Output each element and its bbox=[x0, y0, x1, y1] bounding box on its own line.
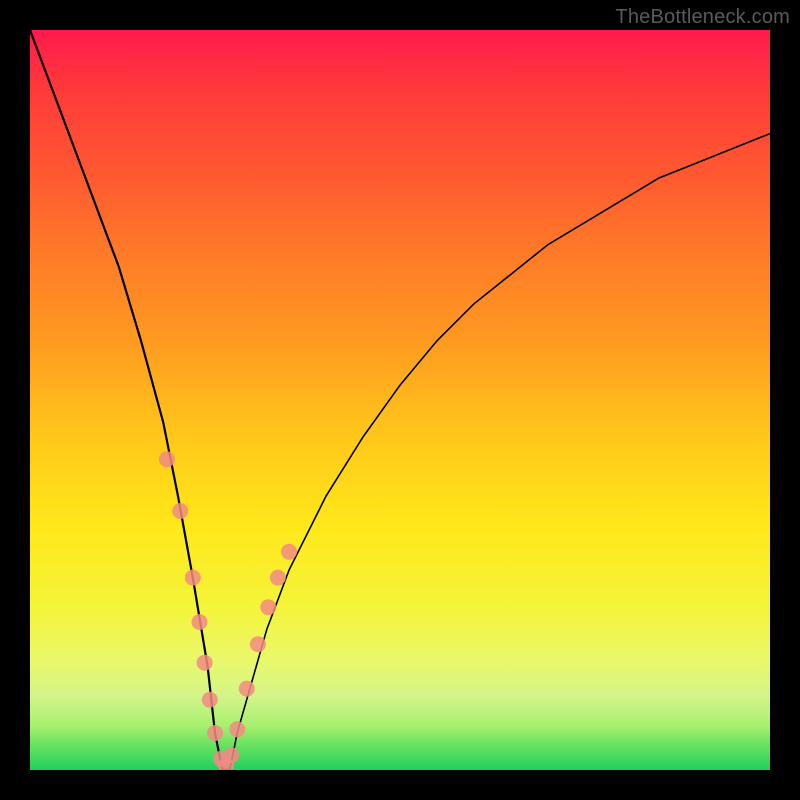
plot-area bbox=[30, 30, 770, 770]
marker-dot bbox=[197, 655, 213, 671]
marker-dot bbox=[185, 570, 201, 586]
marker-dot bbox=[229, 721, 245, 737]
marker-dot bbox=[239, 681, 255, 697]
watermark-text: TheBottleneck.com bbox=[615, 6, 790, 29]
chart-frame: TheBottleneck.com bbox=[0, 0, 800, 800]
marker-dot bbox=[270, 570, 286, 586]
marker-dot bbox=[223, 747, 239, 763]
curve-layer bbox=[30, 30, 770, 770]
marker-dot bbox=[281, 544, 297, 560]
bottleneck-curve-right bbox=[230, 134, 770, 770]
marker-dot bbox=[207, 725, 223, 741]
marker-dot bbox=[192, 614, 208, 630]
marker-dot bbox=[159, 451, 175, 467]
marker-dot bbox=[250, 636, 266, 652]
marker-dot bbox=[202, 692, 218, 708]
marker-dot bbox=[260, 599, 276, 615]
marker-dot bbox=[172, 503, 188, 519]
